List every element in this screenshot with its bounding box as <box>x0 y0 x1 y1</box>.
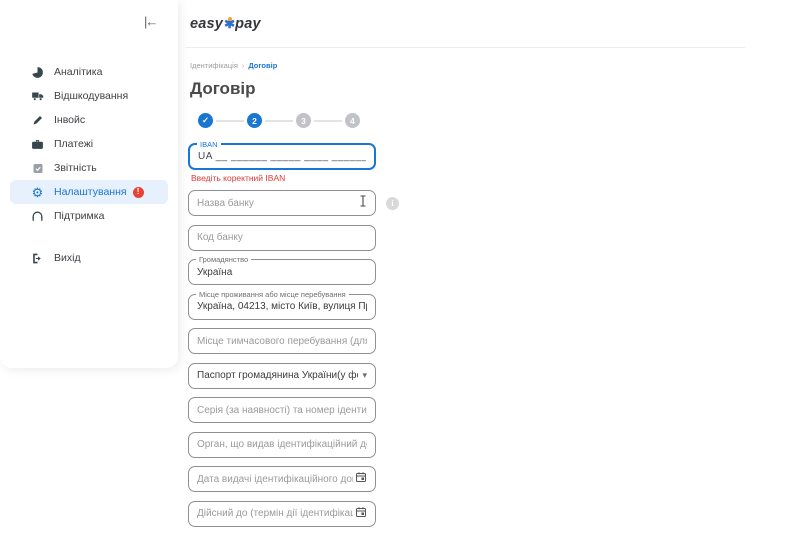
calendar-icon[interactable] <box>353 505 367 523</box>
iban-input[interactable]: IBAN UA __ ______ _____ ____ ___________ <box>188 143 376 170</box>
bank-code-input[interactable]: Код банку <box>188 225 376 251</box>
sidebar-item-logout[interactable]: Вихід <box>10 246 168 270</box>
citizenship-value: Україна <box>197 267 367 278</box>
document-type-value: Паспорт громадянина України(у формі кни.… <box>197 370 358 381</box>
gear-icon: ⚙ <box>30 185 45 200</box>
step-1-done: ✓ <box>198 113 213 128</box>
alert-badge: ! <box>133 187 144 198</box>
headset-icon <box>30 209 45 224</box>
residence-label: Місце проживання або місце перебування <box>196 290 349 299</box>
chevron-down-icon: ▾ <box>358 370 367 381</box>
sidebar-item-label: Вихід <box>54 252 81 264</box>
sidebar-item-refunds[interactable]: Відшкодування <box>10 84 168 108</box>
contract-form: IBAN UA __ ______ _____ ____ ___________… <box>188 143 376 527</box>
report-icon <box>30 161 45 176</box>
sidebar-collapse-button[interactable]: |← <box>144 14 156 29</box>
sidebar-item-reports[interactable]: Звітність <box>10 156 168 180</box>
sidebar-item-support[interactable]: Підтримка <box>10 204 168 228</box>
citizenship-label: Громадянство <box>196 255 251 264</box>
issue-date-input[interactable]: Дата видачі ідентифікаційного документу <box>188 466 376 492</box>
sidebar-item-label: Звітність <box>54 162 97 174</box>
document-type-select[interactable]: Паспорт громадянина України(у формі кни.… <box>188 363 376 389</box>
bank-code-placeholder: Код банку <box>197 232 367 243</box>
step-4: 4 <box>345 113 360 128</box>
iban-value: UA __ ______ _____ ____ ___________ <box>198 151 366 162</box>
main-content: easy ✱ pay Ідентифікація › Договір Догов… <box>185 0 745 534</box>
issue-date-placeholder: Дата видачі ідентифікаційного документу <box>197 474 353 485</box>
logo-star-icon: ✱ <box>224 19 235 29</box>
document-series-number-input[interactable]: Серія (за наявності) та номер ідентифіка… <box>188 397 376 423</box>
sidebar-item-label: Інвойс <box>54 114 85 126</box>
sidebar-item-settings[interactable]: ⚙ Налаштування ! <box>10 180 168 204</box>
logout-icon <box>30 251 45 266</box>
sidebar-item-label: Платежі <box>54 138 93 150</box>
sidebar-item-analytics[interactable]: Аналітика <box>10 60 168 84</box>
easypay-logo: easy ✱ pay <box>190 16 261 32</box>
expiry-date-placeholder: Дійсний до (термін дії ідентифікаційного… <box>197 508 353 519</box>
main-header: easy ✱ pay <box>185 0 745 48</box>
residence-value: Україна, 04213, місто Київ, вулиця Прирі… <box>197 301 367 312</box>
sidebar-item-payments[interactable]: Платежі <box>10 132 168 156</box>
briefcase-icon <box>30 137 45 152</box>
issuing-authority-placeholder: Орган, що видав ідентифікаційний докумен… <box>197 439 367 450</box>
breadcrumb-parent-link[interactable]: Ідентифікація <box>190 61 238 70</box>
iban-label: IBAN <box>197 140 221 149</box>
expiry-date-input[interactable]: Дійсний до (термін дії ідентифікаційного… <box>188 501 376 527</box>
pie-chart-icon <box>30 65 45 80</box>
breadcrumb-separator: › <box>242 61 245 70</box>
truck-icon <box>30 89 45 104</box>
logo-text-pay: pay <box>235 16 261 32</box>
sidebar-item-invoice[interactable]: Інвойс <box>10 108 168 132</box>
step-connector <box>216 120 244 122</box>
page-title: Договір <box>190 79 745 99</box>
breadcrumb: Ідентифікація › Договір <box>190 61 745 70</box>
wizard-stepper: ✓ 2 3 4 <box>198 113 745 128</box>
citizenship-input[interactable]: Громадянство Україна <box>188 259 376 285</box>
residence-input[interactable]: Місце проживання або місце перебування У… <box>188 294 376 320</box>
iban-error-message: Введіть коректний IBAN <box>191 173 374 183</box>
logo-text-easy: easy <box>190 16 223 32</box>
sidebar-item-label: Налаштування <box>54 186 127 198</box>
sidebar-item-label: Підтримка <box>54 210 104 222</box>
temporary-residence-placeholder: Місце тимчасового перебування (для нерез… <box>197 336 367 347</box>
temporary-residence-input[interactable]: Місце тимчасового перебування (для нерез… <box>188 328 376 354</box>
text-cursor-icon <box>359 194 367 212</box>
pencil-icon <box>30 113 45 128</box>
document-series-number-placeholder: Серія (за наявності) та номер ідентифіка… <box>197 405 367 416</box>
breadcrumb-current[interactable]: Договір <box>248 61 277 70</box>
step-connector <box>314 120 342 122</box>
calendar-icon[interactable] <box>353 470 367 488</box>
bank-name-placeholder: Назва банку <box>197 198 353 209</box>
sidebar-item-label: Аналітика <box>54 66 102 78</box>
sidebar-nav: Аналітика Відшкодування Інвойс Платежі З <box>0 0 178 270</box>
sidebar: |← Аналітика Відшкодування Інвойс Платеж… <box>0 0 178 368</box>
bank-name-input[interactable]: Назва банку i <box>188 190 376 216</box>
step-2-active: 2 <box>247 113 262 128</box>
issuing-authority-input[interactable]: Орган, що видав ідентифікаційний докумен… <box>188 432 376 458</box>
info-icon[interactable]: i <box>386 197 399 210</box>
step-connector <box>265 120 293 122</box>
step-3: 3 <box>296 113 311 128</box>
sidebar-item-label: Відшкодування <box>54 90 128 102</box>
